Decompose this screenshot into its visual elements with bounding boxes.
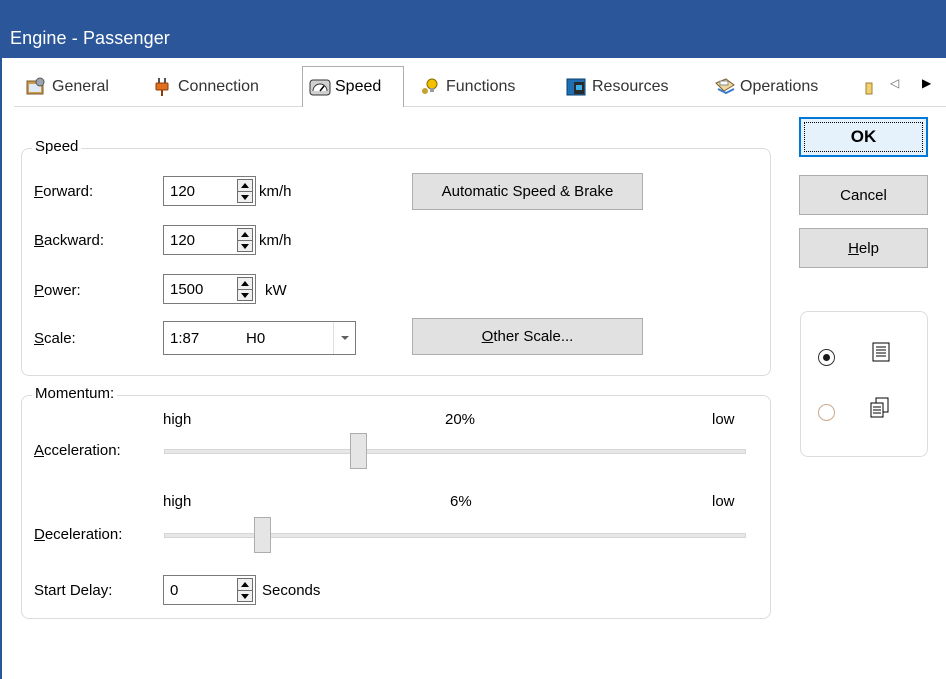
start-delay-unit: Seconds [262, 582, 321, 599]
tab-connection[interactable]: Connection [152, 73, 259, 101]
power-spin-arrows-icon[interactable] [237, 277, 253, 301]
power-spinner[interactable]: 1500 [163, 274, 256, 304]
tab-speed-label: Speed [335, 78, 382, 95]
ok-button[interactable]: OK [799, 117, 928, 157]
tab-general[interactable]: General [26, 73, 109, 101]
scale-dropdown[interactable]: 1:87 H0 [163, 321, 356, 355]
forward-spin-arrows-icon[interactable] [237, 179, 253, 203]
speed-group [21, 148, 771, 376]
lightbulb-icon [420, 77, 440, 97]
tab-connection-label: Connection [178, 78, 259, 95]
start-delay-label: Start Delay: [34, 582, 113, 599]
power-value[interactable]: 1500 [170, 281, 203, 298]
forward-speed-value[interactable]: 120 [170, 183, 195, 200]
window-title: Engine - Passenger [10, 28, 170, 48]
start-delay-spinner[interactable]: 0 [163, 575, 256, 605]
automatic-speed-brake-button[interactable]: Automatic Speed & Brake [412, 173, 643, 210]
start-delay-spin-arrows-icon[interactable] [237, 578, 253, 602]
chevron-down-icon[interactable] [333, 322, 355, 354]
tab-resources[interactable]: Resources [566, 73, 668, 101]
power-unit: kW [265, 282, 287, 299]
tab-functions-label: Functions [446, 78, 516, 95]
acceleration-value-label: 20% [445, 411, 476, 428]
start-delay-value[interactable]: 0 [170, 582, 178, 599]
deceleration-slider-track[interactable] [164, 533, 746, 538]
view-options-group [800, 311, 928, 457]
deceleration-slider-thumb[interactable] [254, 517, 271, 553]
acceleration-low-label: low [712, 411, 735, 428]
acceleration-label: Acceleration: [34, 442, 121, 459]
window-titlebar: Engine - Passenger [0, 0, 946, 58]
cancel-button[interactable]: Cancel [799, 175, 928, 215]
partial-tab-icon [865, 77, 873, 97]
scale-ratio: 1:87 [170, 330, 200, 347]
tab-speed[interactable]: Speed [302, 66, 404, 107]
plug-icon [152, 77, 172, 97]
acceleration-slider-track[interactable] [164, 449, 746, 454]
view-option-radio-list[interactable] [818, 349, 835, 366]
momentum-group [21, 395, 771, 619]
backward-unit: km/h [259, 232, 292, 249]
ok-focus-rect [804, 122, 923, 152]
deceleration-value-label: 6% [450, 493, 472, 510]
tab-functions[interactable]: Functions [420, 73, 515, 101]
resources-icon [566, 77, 586, 97]
acceleration-slider-thumb[interactable] [350, 433, 367, 469]
tab-strip-baseline [14, 106, 946, 107]
scale-name: H0 [246, 330, 266, 347]
tab-scroll-right-icon[interactable]: ▶ [922, 76, 931, 90]
forward-label: Forward: [34, 183, 94, 200]
backward-label: Backward: [34, 232, 105, 249]
momentum-group-caption: Momentum: [32, 385, 118, 402]
backward-spin-arrows-icon[interactable] [237, 228, 253, 252]
deceleration-label: Deceleration: [34, 526, 123, 543]
tab-overflow-partial[interactable] [865, 73, 873, 101]
deceleration-high-label: high [163, 493, 192, 510]
tab-operations-label: Operations [740, 78, 819, 95]
tab-scroll-left-icon[interactable]: ◁ [890, 76, 899, 90]
other-scale-button[interactable]: Other Scale... [412, 318, 643, 355]
copy-view-icon [870, 397, 890, 423]
forward-speed-spinner[interactable]: 120 [163, 176, 256, 206]
acceleration-high-label: high [163, 411, 192, 428]
window-border-left [0, 58, 2, 679]
speed-group-caption: Speed [32, 138, 82, 155]
tab-general-label: General [52, 78, 109, 95]
power-label: Power: [34, 282, 81, 299]
help-button[interactable]: Help [799, 228, 928, 268]
list-view-icon [872, 342, 890, 366]
general-settings-icon [26, 77, 46, 97]
speedometer-icon [309, 77, 331, 97]
operations-icon [714, 77, 735, 97]
backward-speed-spinner[interactable]: 120 [163, 225, 256, 255]
tab-resources-label: Resources [592, 78, 669, 95]
forward-unit: km/h [259, 183, 292, 200]
deceleration-low-label: low [712, 493, 735, 510]
backward-speed-value[interactable]: 120 [170, 232, 195, 249]
view-option-radio-copy[interactable] [818, 404, 835, 421]
scale-label: Scale: [34, 330, 76, 347]
tab-operations[interactable]: Operations [714, 73, 818, 101]
